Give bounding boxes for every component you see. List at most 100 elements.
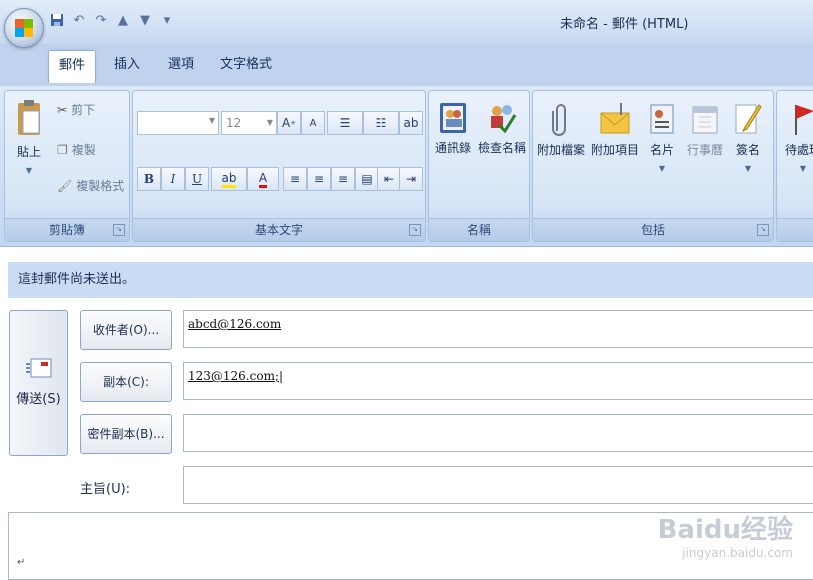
address-book-label: 通訊錄 bbox=[434, 141, 471, 155]
paste-button[interactable]: 貼上 ▼ bbox=[9, 99, 49, 175]
font-size-dropdown[interactable]: 12 ▼ bbox=[221, 111, 277, 135]
office-logo-icon bbox=[15, 19, 33, 37]
send-button[interactable]: 傳送(S) bbox=[9, 310, 68, 456]
office-button[interactable] bbox=[4, 8, 44, 48]
business-card-label: 名片 bbox=[649, 143, 674, 157]
attach-item-button[interactable]: 附加項目 bbox=[589, 101, 641, 158]
send-label: 傳送(S) bbox=[16, 392, 61, 407]
outdent-icon: ⇤ bbox=[383, 172, 395, 186]
cc-button[interactable]: 副本(C): bbox=[80, 362, 172, 402]
italic-button[interactable]: I bbox=[161, 167, 185, 191]
underline-button[interactable]: U bbox=[185, 167, 209, 191]
align-left-button[interactable]: ≡ bbox=[283, 167, 307, 191]
decrease-indent-button[interactable]: ⇤ bbox=[377, 167, 401, 191]
clipboard-icon bbox=[18, 100, 40, 135]
to-button[interactable]: 收件者(O)... bbox=[80, 310, 172, 350]
grow-font-button[interactable]: A + bbox=[277, 111, 301, 135]
quick-access-toolbar: ↶ ↷ ▲ ▼ ▾ bbox=[48, 10, 176, 30]
check-names-button[interactable]: 檢查名稱 bbox=[477, 101, 527, 156]
cut-button[interactable]: ✂ 剪下 bbox=[57, 101, 95, 118]
copy-label: 複製 bbox=[71, 143, 96, 157]
numbering-button[interactable]: ☷ bbox=[363, 111, 399, 135]
chevron-down-icon: ▼ bbox=[744, 164, 752, 173]
cc-recipient: 123@126.com; bbox=[188, 369, 279, 383]
align-center-button[interactable]: ≡ bbox=[307, 167, 331, 191]
up-icon[interactable]: ▲ bbox=[114, 11, 132, 29]
envelope-icon bbox=[600, 103, 630, 134]
address-book-icon bbox=[440, 103, 466, 133]
align-center-icon: ≡ bbox=[313, 172, 325, 186]
watermark-url: jingyan.baidu.com bbox=[682, 546, 793, 560]
group-label-basic-text: 基本文字 bbox=[133, 218, 425, 241]
group-label-clipboard: 剪貼簿 bbox=[5, 218, 129, 241]
group-label-include: 包括 bbox=[533, 218, 773, 241]
shrink-font-button[interactable]: A bbox=[301, 111, 325, 135]
bullets-button[interactable]: ☰ bbox=[327, 111, 363, 135]
calendar-label: 行事曆 bbox=[686, 143, 723, 157]
customize-icon[interactable]: ▾ bbox=[158, 11, 176, 29]
highlight-button[interactable]: ab bbox=[211, 167, 247, 191]
chevron-down-icon: ▼ bbox=[25, 166, 33, 175]
dialog-launcher-icon[interactable]: ↘ bbox=[113, 224, 125, 236]
scissors-icon: ✂ bbox=[57, 102, 68, 117]
signature-pen-icon bbox=[735, 104, 762, 134]
dialog-launcher-icon[interactable]: ↘ bbox=[757, 224, 769, 236]
align-left-icon: ≡ bbox=[289, 172, 301, 186]
font-size-value: 12 bbox=[226, 116, 242, 130]
align-right-button[interactable]: ≡ bbox=[331, 167, 355, 191]
chevron-down-icon: ▼ bbox=[266, 118, 273, 127]
group-include: 附加檔案 附加項目 名片 ▼ 行事曆 簽名 ▼ 包括 ↘ bbox=[532, 90, 774, 242]
cc-field[interactable]: 123@126.com;| bbox=[183, 362, 813, 400]
format-painter-button[interactable]: 🖌 複製格式 bbox=[57, 177, 124, 194]
indent-icon: ⇥ bbox=[405, 172, 417, 186]
font-color-button[interactable]: A bbox=[247, 167, 279, 191]
undo-icon[interactable]: ↶ bbox=[70, 11, 88, 29]
chevron-down-icon: ▼ bbox=[658, 164, 666, 173]
check-names-icon bbox=[491, 105, 517, 134]
clear-format-button[interactable]: ab bbox=[399, 111, 423, 135]
tab-format-text[interactable]: 文字格式 bbox=[210, 50, 282, 82]
watermark-brand: Baidu经验 bbox=[657, 515, 793, 545]
signature-label: 簽名 bbox=[735, 143, 760, 157]
highlighter-icon: ab bbox=[221, 171, 237, 188]
business-card-button[interactable]: 名片 ▼ bbox=[643, 101, 681, 173]
bullet-list-icon: ☰ bbox=[339, 116, 351, 130]
paragraph-mark-icon: ↵ bbox=[17, 557, 26, 568]
justify-button[interactable]: ▤ bbox=[355, 167, 379, 191]
group-follow-up: 待處理 ▼ bbox=[776, 90, 813, 242]
attach-item-label: 附加項目 bbox=[590, 143, 639, 157]
copy-button[interactable]: ❐ 複製 bbox=[57, 141, 96, 158]
subject-field[interactable] bbox=[183, 466, 813, 504]
tab-mail[interactable]: 郵件 bbox=[48, 50, 97, 83]
chevron-down-icon: ▼ bbox=[799, 164, 807, 173]
follow-up-button[interactable]: 待處理 ▼ bbox=[779, 101, 813, 173]
redo-icon[interactable]: ↷ bbox=[92, 11, 110, 29]
save-icon[interactable] bbox=[48, 11, 66, 29]
business-card-icon bbox=[650, 104, 674, 134]
ribbon-tab-row: 郵件 插入 選項 文字格式 bbox=[0, 44, 813, 86]
to-recipient: abcd@126.com bbox=[188, 317, 282, 331]
signature-button[interactable]: 簽名 ▼ bbox=[729, 101, 767, 173]
tab-insert[interactable]: 插入 bbox=[104, 50, 150, 82]
to-field[interactable]: abcd@126.com bbox=[183, 310, 813, 348]
attach-file-label: 附加檔案 bbox=[536, 143, 585, 157]
calendar-button[interactable]: 行事曆 bbox=[683, 101, 727, 158]
align-right-icon: ≡ bbox=[337, 172, 349, 186]
bcc-button[interactable]: 密件副本(B)... bbox=[80, 414, 172, 454]
window-title: 未命名 - 郵件 (HTML) bbox=[560, 17, 689, 32]
address-book-button[interactable]: 通訊錄 bbox=[431, 101, 475, 156]
font-color-icon: A bbox=[258, 171, 268, 188]
down-icon[interactable]: ▼ bbox=[136, 11, 154, 29]
increase-indent-button[interactable]: ⇥ bbox=[399, 167, 423, 191]
bold-button[interactable]: B bbox=[137, 167, 161, 191]
tab-options[interactable]: 選項 bbox=[158, 50, 204, 82]
flag-icon bbox=[795, 105, 813, 135]
send-mail-icon bbox=[25, 358, 51, 378]
info-bar: 這封郵件尚未送出。 bbox=[8, 262, 813, 298]
dialog-launcher-icon[interactable]: ↘ bbox=[409, 224, 421, 236]
bcc-field[interactable] bbox=[183, 414, 813, 452]
group-label-names: 名稱 bbox=[429, 218, 529, 241]
attach-file-button[interactable]: 附加檔案 bbox=[535, 101, 587, 158]
group-label-follow-up bbox=[777, 218, 813, 241]
font-name-dropdown[interactable]: ▼ bbox=[137, 111, 219, 135]
